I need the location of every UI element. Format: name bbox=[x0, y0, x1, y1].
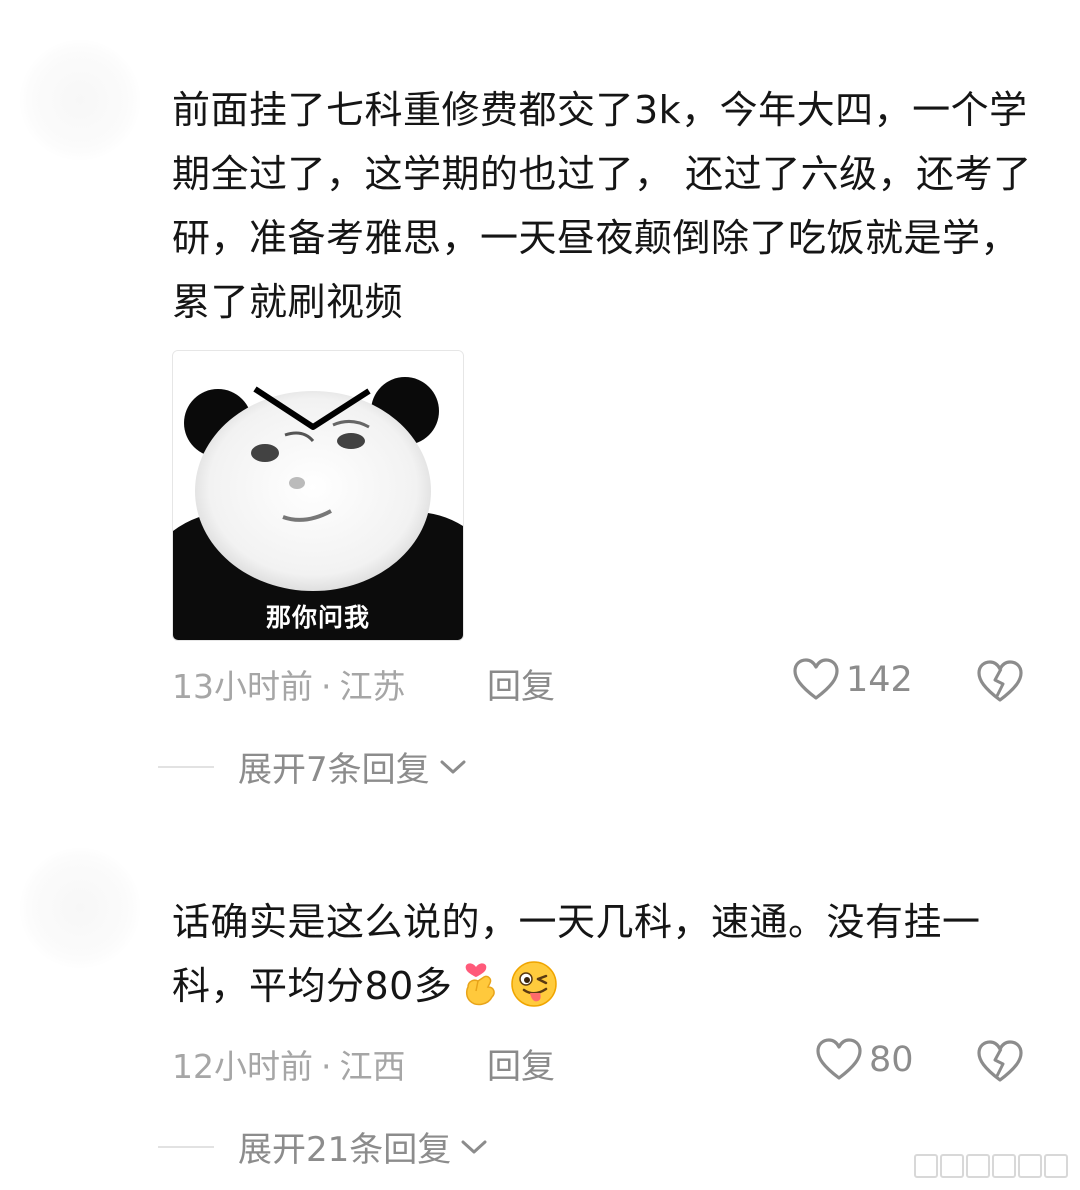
meta-separator: · bbox=[321, 667, 332, 706]
comment-text: 话确实是这么说的，一天几科，速通。没有挂一科，平均分80多 bbox=[172, 890, 1042, 1018]
broken-heart-icon bbox=[977, 1040, 1023, 1082]
divider bbox=[158, 765, 214, 768]
comment-time: 12小时前 bbox=[172, 1047, 313, 1086]
like-count: 142 bbox=[846, 660, 913, 700]
like-count: 80 bbox=[869, 1040, 914, 1080]
tongue-wink-emoji-icon bbox=[511, 961, 558, 1007]
meta-separator: · bbox=[321, 1047, 332, 1086]
broken-heart-icon bbox=[977, 660, 1023, 702]
like-button[interactable]: 80 bbox=[815, 1038, 914, 1082]
reply-button[interactable]: 回复 bbox=[487, 1039, 555, 1088]
image-caption: 那你问我 bbox=[265, 603, 370, 632]
comment-text: 前面挂了七科重修费都交了3k，今年大四，一个学期全过了，这学期的也过了， 还过了… bbox=[172, 88, 1032, 324]
heart-icon bbox=[816, 1038, 862, 1080]
expand-replies-label: 展开7条回复 bbox=[238, 750, 430, 790]
comment-item: 前面挂了七科重修费都交了3k，今年大四，一个学期全过了，这学期的也过了， 还过了… bbox=[172, 78, 1042, 334]
reply-button[interactable]: 回复 bbox=[487, 659, 555, 708]
comment-time: 13小时前 bbox=[172, 667, 313, 706]
panda-meme-icon bbox=[173, 351, 463, 640]
expand-replies-button[interactable]: 展开7条回复 bbox=[158, 742, 468, 791]
heart-icon bbox=[793, 658, 839, 700]
chevron-down-icon bbox=[461, 1140, 487, 1153]
comment-meta: 12小时前 · 江西 bbox=[172, 1040, 406, 1088]
comment-location: 江西 bbox=[339, 1047, 406, 1086]
divider bbox=[158, 1145, 214, 1148]
dislike-button[interactable] bbox=[976, 1040, 1024, 1088]
expand-replies-button[interactable]: 展开21条回复 bbox=[158, 1122, 489, 1171]
avatar[interactable] bbox=[20, 848, 140, 968]
watermark-logo bbox=[914, 1154, 1068, 1178]
comment-item: 话确实是这么说的，一天几科，速通。没有挂一科，平均分80多 bbox=[172, 890, 1042, 1018]
comment-image-panda-meme[interactable]: 那你问我 bbox=[172, 350, 464, 641]
chevron-down-icon bbox=[440, 760, 466, 773]
comment-location: 江苏 bbox=[339, 667, 406, 706]
comment-text-content: 话确实是这么说的，一天几科，速通。没有挂一科，平均分80多 bbox=[172, 900, 981, 1008]
expand-replies-label: 展开21条回复 bbox=[238, 1130, 452, 1170]
comment-meta: 13小时前 · 江苏 bbox=[172, 660, 406, 708]
avatar[interactable] bbox=[20, 40, 140, 160]
like-button[interactable]: 142 bbox=[792, 658, 913, 702]
finger-heart-emoji-icon bbox=[466, 963, 496, 1006]
dislike-button[interactable] bbox=[976, 660, 1024, 708]
